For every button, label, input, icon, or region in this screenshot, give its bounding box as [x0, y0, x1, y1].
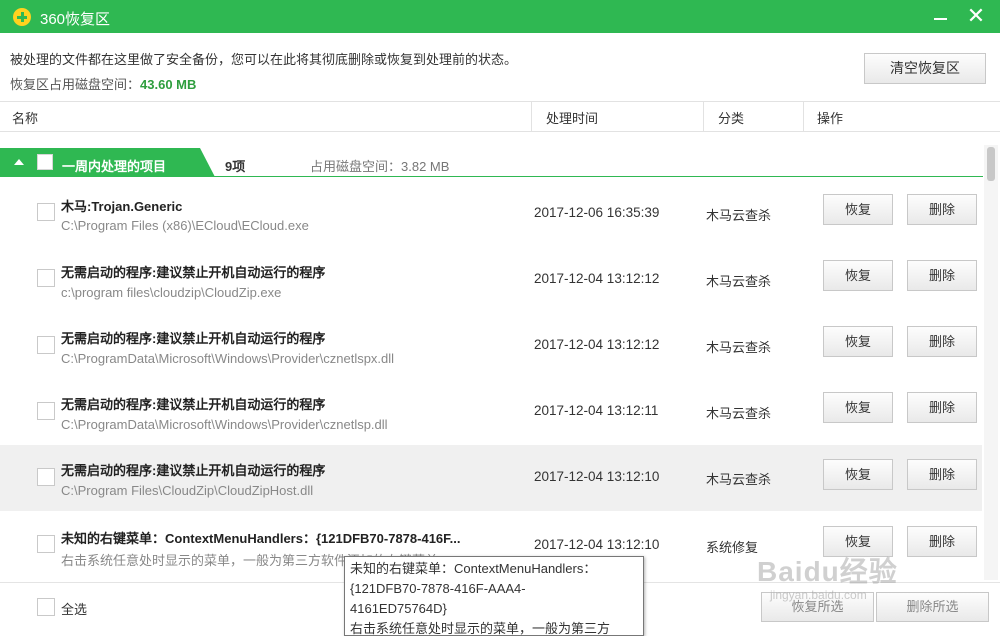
app-logo-icon [13, 8, 31, 26]
window-title: 360恢复区 [40, 11, 111, 28]
disk-usage-label: 恢复区占用磁盘空间： [10, 77, 141, 92]
restore-selected-button[interactable]: 恢复所选 [761, 592, 874, 622]
table-row: 无需启动的程序:建议禁止开机自动运行的程序 c:\program files\c… [0, 246, 982, 312]
group-divider [0, 176, 983, 177]
scrollbar-track[interactable] [984, 145, 998, 580]
col-category[interactable]: 分类 [718, 108, 744, 127]
row-checkbox[interactable] [37, 269, 55, 287]
group-checkbox[interactable] [37, 154, 53, 170]
row-checkbox[interactable] [37, 336, 55, 354]
delete-button[interactable]: 删除 [907, 526, 977, 557]
delete-button[interactable]: 删除 [907, 326, 977, 357]
item-category: 木马云查杀 [706, 274, 772, 289]
item-category: 木马云查杀 [706, 340, 772, 355]
table-header: 名称 处理时间 分类 操作 [0, 101, 1000, 132]
item-name: 无需启动的程序:建议禁止开机自动运行的程序 [61, 463, 326, 478]
scrollbar-thumb[interactable] [987, 147, 995, 181]
item-name: 无需启动的程序:建议禁止开机自动运行的程序 [61, 397, 326, 412]
restore-button[interactable]: 恢复 [823, 526, 893, 557]
table-row: 无需启动的程序:建议禁止开机自动运行的程序 C:\ProgramData\Mic… [0, 313, 982, 379]
item-time: 2017-12-04 13:12:10 [534, 537, 660, 552]
item-name: 木马:Trojan.Generic [61, 199, 183, 214]
delete-button[interactable]: 删除 [907, 392, 977, 423]
group-title: 一周内处理的项目 [62, 159, 167, 174]
restore-button[interactable]: 恢复 [823, 392, 893, 423]
collapse-arrow-icon[interactable] [14, 159, 24, 165]
row-checkbox[interactable] [37, 203, 55, 221]
tooltip-line: 未知的右键菜单：ContextMenuHandlers： [350, 561, 597, 576]
restore-button[interactable]: 恢复 [823, 260, 893, 291]
tooltip-line: {121DFB70-7878-416F-AAA4- [350, 581, 526, 596]
item-time: 2017-12-06 16:35:39 [534, 205, 660, 220]
tooltip-line: 4161ED75764D} [350, 601, 447, 616]
item-category: 木马云查杀 [706, 406, 772, 421]
item-time: 2017-12-04 13:12:11 [534, 403, 659, 418]
table-row: 木马:Trojan.Generic C:\Program Files (x86)… [0, 180, 982, 246]
item-time: 2017-12-04 13:12:12 [534, 271, 660, 286]
item-category: 木马云查杀 [706, 208, 772, 223]
info-text: 被处理的文件都在这里做了安全备份，您可以在此将其彻底删除或恢复到处理前的状态。 [10, 52, 518, 67]
item-path: C:\ProgramData\Microsoft\Windows\Provide… [61, 351, 395, 366]
delete-button[interactable]: 删除 [907, 260, 977, 291]
restore-button[interactable]: 恢复 [823, 459, 893, 490]
item-name: 无需启动的程序:建议禁止开机自动运行的程序 [61, 331, 326, 346]
item-name: 未知的右键菜单：ContextMenuHandlers：{121DFB70-78… [61, 531, 461, 546]
disk-usage: 恢复区占用磁盘空间：43.60 MB [10, 74, 196, 93]
row-tooltip: 未知的右键菜单：ContextMenuHandlers： {121DFB70-7… [344, 556, 644, 636]
col-action: 操作 [817, 111, 844, 126]
row-checkbox[interactable] [37, 402, 55, 420]
row-checkbox[interactable] [37, 535, 55, 553]
item-name: 无需启动的程序:建议禁止开机自动运行的程序 [61, 265, 326, 280]
item-category: 系统修复 [706, 540, 759, 555]
item-time: 2017-12-04 13:12:12 [534, 337, 660, 352]
item-category: 木马云查杀 [706, 472, 772, 487]
tooltip-line: 右击系统任意处时显示的菜单，一般为第三方 [350, 621, 611, 636]
close-button[interactable]: ✕ [964, 5, 988, 29]
select-all-label[interactable]: 全选 [61, 599, 87, 618]
select-all-checkbox[interactable] [37, 598, 55, 616]
disk-usage-value: 43.60 MB [140, 77, 197, 92]
col-name[interactable]: 名称 [12, 108, 38, 127]
group-disk-usage: 占用磁盘空间：3.82 MB [310, 159, 450, 174]
restore-button[interactable]: 恢复 [823, 326, 893, 357]
item-path: C:\Program Files\CloudZip\CloudZipHost.d… [61, 483, 314, 498]
minimize-button[interactable] [930, 6, 952, 28]
item-path: c:\program files\cloudzip\CloudZip.exe [61, 285, 282, 300]
table-row: 无需启动的程序:建议禁止开机自动运行的程序 C:\Program Files\C… [0, 445, 982, 511]
col-time[interactable]: 处理时间 [546, 108, 598, 127]
table-row: 无需启动的程序:建议禁止开机自动运行的程序 C:\ProgramData\Mic… [0, 379, 982, 445]
restore-button[interactable]: 恢复 [823, 194, 893, 225]
row-checkbox[interactable] [37, 468, 55, 486]
delete-button[interactable]: 删除 [907, 194, 977, 225]
delete-selected-button[interactable]: 删除所选 [876, 592, 989, 622]
item-path: C:\ProgramData\Microsoft\Windows\Provide… [61, 417, 388, 432]
item-path: C:\Program Files (x86)\ECloud\ECloud.exe [61, 218, 309, 233]
title-bar: 360恢复区 ✕ [0, 0, 1000, 33]
item-time: 2017-12-04 13:12:10 [534, 469, 660, 484]
delete-button[interactable]: 删除 [907, 459, 977, 490]
clear-recovery-button[interactable]: 清空恢复区 [864, 53, 986, 84]
group-count: 9项 [225, 159, 246, 174]
